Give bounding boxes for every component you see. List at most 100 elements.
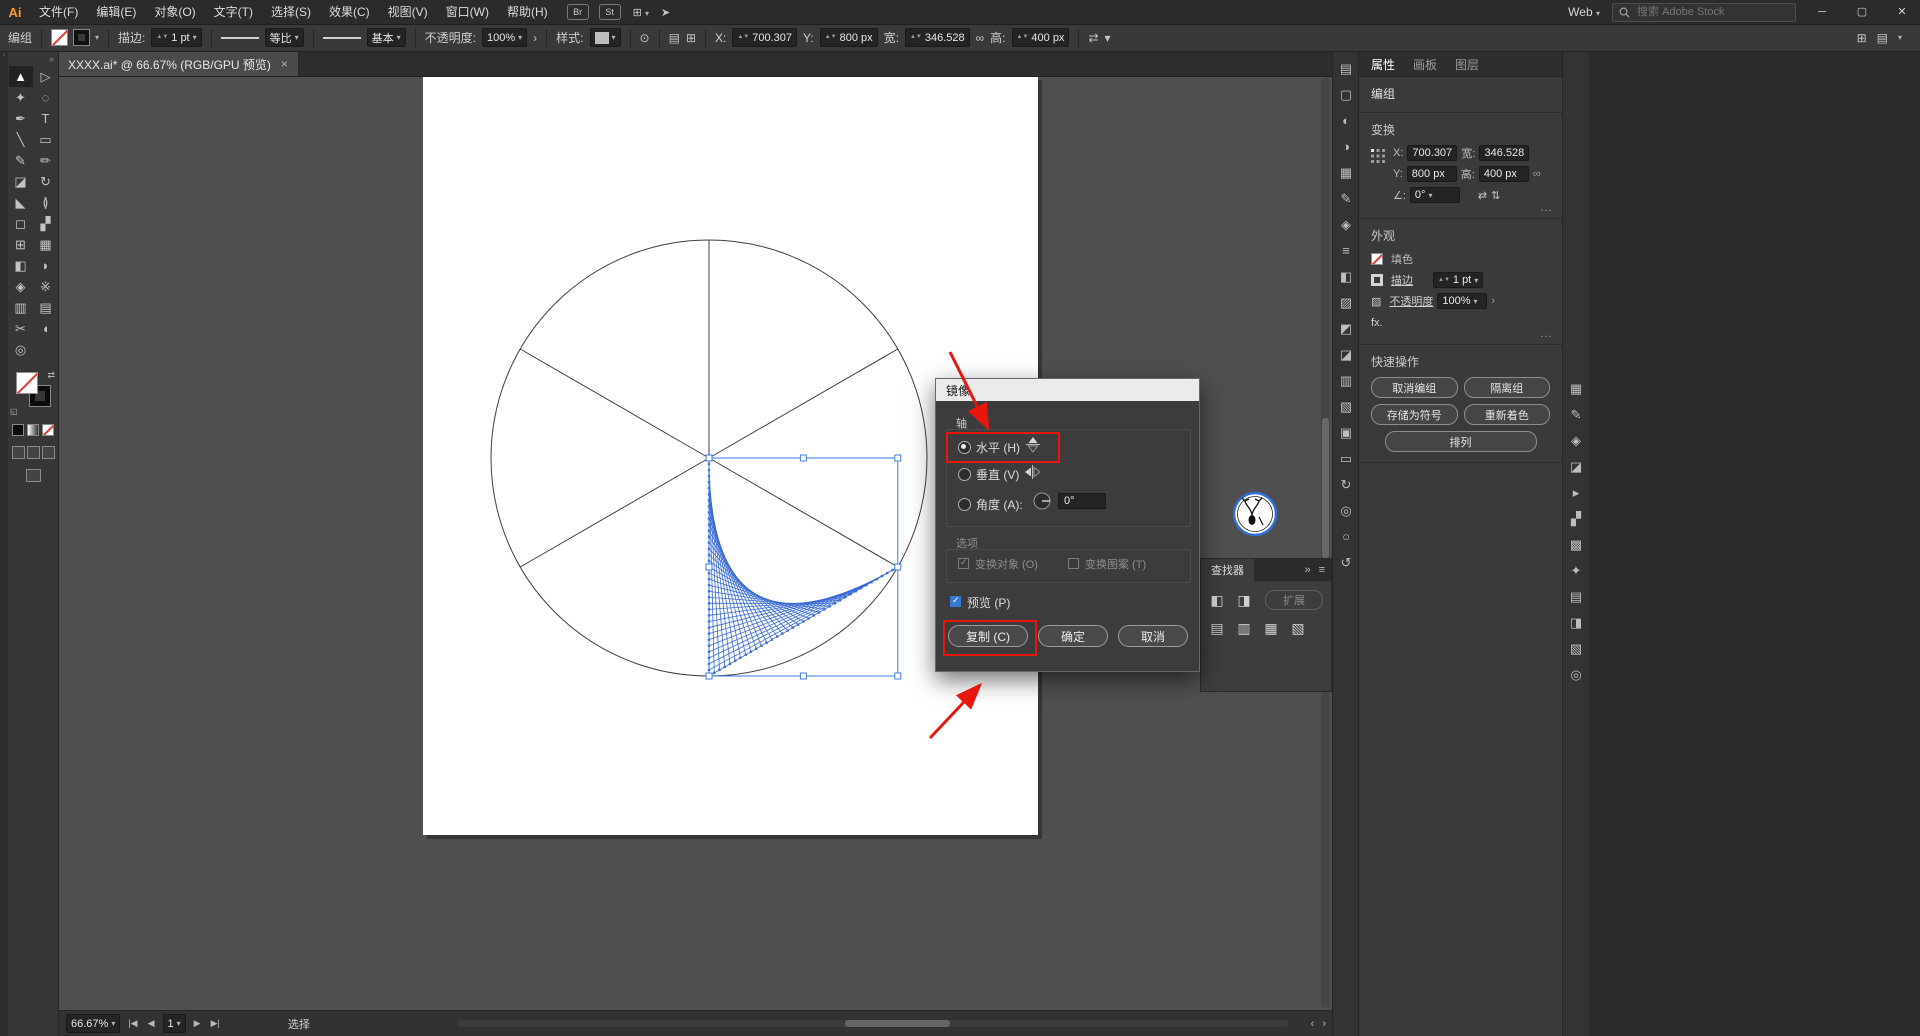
horizontal-scrollbar-thumb[interactable] [845,1020,950,1027]
layout-grid-icon[interactable]: ⊞ ▾ [633,6,649,19]
quick-action-button[interactable]: 取消编组 [1371,377,1458,398]
dock-panel-icon[interactable]: ▨ [1340,296,1352,310]
dock-panel-icon[interactable]: ▧ [1340,400,1352,414]
dock-panel-icon[interactable]: ◎ [1570,668,1581,682]
none-button[interactable] [42,424,54,436]
quick-action-button[interactable]: 存储为符号 [1371,404,1458,425]
dock-panel-icon[interactable]: ▸ [1573,486,1580,500]
stroke-color-swatch[interactable] [73,29,91,46]
dock-panel-icon[interactable]: ▤ [1340,62,1352,76]
height-field[interactable]: 400 px [1478,166,1529,182]
x-field[interactable]: 700.307 [1407,145,1458,161]
distribute-icon[interactable]: ⊞ [686,31,696,45]
dock-panel-icon[interactable]: ▤ [1570,590,1582,604]
y-field[interactable]: ▲▼ 800 px [819,28,878,47]
dock-panel-icon[interactable]: ↻ [1341,478,1352,492]
align-icon[interactable]: ▤ [669,31,680,45]
draw-inside-button[interactable] [41,446,55,459]
lasso-tool[interactable]: ◌ [34,87,58,108]
line-segment-tool[interactable]: ╲ [9,129,33,150]
menu-item[interactable]: 帮助(H) [498,0,557,24]
opacity-link[interactable]: 不透明度 [1389,293,1433,309]
paintbrush-tool[interactable]: ✎ [9,150,33,171]
constrain-proportions-icon[interactable]: ∞ [976,31,985,45]
selection-handle[interactable] [894,563,902,571]
dock-panel-icon[interactable]: ◈ [1571,434,1581,448]
dock-panel-icon[interactable]: ↺ [1341,556,1352,570]
screen-mode-button[interactable] [25,469,41,482]
dock-panel-icon[interactable]: ○ [1342,530,1350,544]
constrain-proportions-icon[interactable]: ∞ [1533,168,1541,180]
dialog-title-bar[interactable]: 镜像 [936,379,1199,401]
y-field[interactable]: 800 px [1406,166,1457,182]
stock-search[interactable] [1612,2,1796,22]
angle-field[interactable]: 0° ▾ [1409,187,1460,203]
height-field[interactable]: ▲▼ 400 px [1011,28,1070,47]
rectangle-tool[interactable]: ▭ [34,129,58,150]
draw-normal-button[interactable] [11,446,25,459]
fill-color-swatch[interactable] [51,29,69,46]
share-icon[interactable]: ➤ [661,6,670,19]
dock-panel-icon[interactable]: ✎ [1571,408,1582,422]
dock-panel-icon[interactable]: ◑ [1342,140,1350,154]
pathfinder-tab[interactable]: 查找器 [1201,559,1254,581]
stroke-weight-field[interactable]: ▲▼ 1 pt ▾ [151,28,202,47]
transform-objects-checkbox[interactable] [958,557,969,569]
hand-tool[interactable]: ◖ [34,318,58,339]
blend-tool[interactable]: ◈ [9,276,33,297]
angle-dial-icon[interactable] [1032,491,1052,514]
tab-layers[interactable]: 图层 [1455,56,1479,73]
selection-tool[interactable]: ▲ [8,66,33,87]
rotate-tool[interactable]: ↻ [34,171,58,192]
selection-handle[interactable] [799,672,807,680]
gradient-tool[interactable]: ◧ [9,255,33,276]
preview-label[interactable]: 预览 (P) [967,594,1010,611]
panel-menu-icon[interactable]: ≡ [1319,564,1325,576]
stroke-swatch[interactable] [1371,274,1383,286]
width-profile-dropdown[interactable]: 等比 ▾ [264,28,304,47]
scale-tool[interactable]: ◣ [9,192,33,213]
dock-panel-icon[interactable]: ◩ [1340,322,1352,336]
zoom-tool[interactable]: ◎ [9,339,33,360]
dock-panel-icon[interactable]: ✎ [1341,192,1352,206]
ok-button[interactable]: 确定 [1038,625,1108,647]
minimize-button[interactable]: ─ [1808,0,1836,24]
menu-item[interactable]: 选择(S) [262,0,320,24]
quick-action-button[interactable]: 隔离组 [1463,377,1550,398]
workspace-switcher[interactable]: Web ▾ [1568,5,1600,19]
artboard-number-dropdown[interactable]: 1 ▾ [162,1014,186,1033]
stroke-link[interactable]: 描边 [1391,272,1413,288]
artboard-tool[interactable]: ▤ [34,297,58,318]
angle-value-field[interactable]: 0° [1058,493,1106,509]
dock-panel-icon[interactable]: ▣ [1340,426,1352,440]
fx-label[interactable]: fx. [1371,317,1383,329]
selection-handle[interactable] [705,454,713,462]
transform-more-options[interactable]: … [1540,200,1552,214]
vertical-radio[interactable] [958,468,971,481]
dock-panel-icon[interactable]: ▥ [1340,374,1352,388]
slice-tool[interactable]: ✂ [9,318,33,339]
x-field[interactable]: ▲▼ 700.307 [732,28,797,47]
shape-builder-tool[interactable]: ▞ [34,213,58,234]
menu-item[interactable]: 编辑(E) [87,0,145,24]
perspective-grid-tool[interactable]: ⊞ [9,234,33,255]
menu-item[interactable]: 效果(C) [320,0,379,24]
width-field[interactable]: ▲▼ 346.528 [904,28,970,47]
color-button[interactable] [12,424,24,436]
eraser-tool[interactable]: ◪ [9,171,33,192]
layout-chevron-icon[interactable]: ▾ [1898,33,1902,42]
transform-patterns-checkbox[interactable] [1068,558,1079,569]
menu-item[interactable]: 窗口(W) [437,0,498,24]
brush-dropdown[interactable]: 基本 ▾ [366,28,406,47]
pen-tool[interactable]: ✒ [9,108,33,129]
menu-item[interactable]: 对象(O) [145,0,204,24]
gradient-button[interactable] [27,424,39,436]
mesh-tool[interactable]: ▦ [34,234,58,255]
menu-item[interactable]: 文件(F) [30,0,87,24]
shape-mode-icon[interactable]: ◧ [1207,591,1227,609]
toolbar-collapse-icon[interactable]: » [8,52,58,66]
stroke-weight-field[interactable]: ▲▼ 1 pt ▾ [1433,272,1484,288]
dock-panel-icon[interactable]: ✦ [1571,564,1582,578]
opacity-more-icon[interactable]: › [1491,295,1495,307]
next-artboard-icon[interactable]: ▶ [192,1018,203,1029]
